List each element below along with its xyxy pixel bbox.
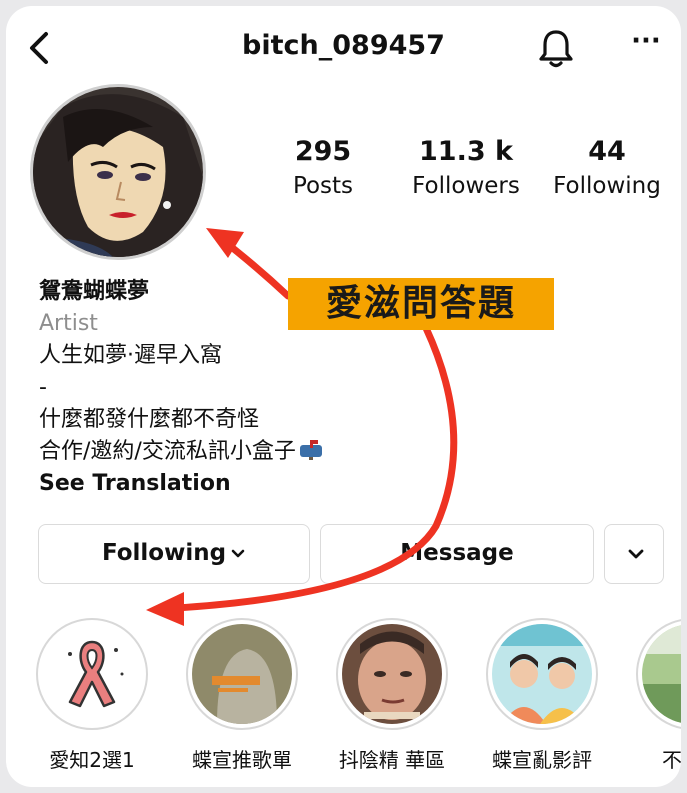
bio-line: - — [39, 375, 47, 400]
following-button-label: Following — [101, 540, 227, 566]
highlight-cover — [186, 618, 298, 730]
mailbox-icon — [299, 440, 322, 460]
posts-label: Posts — [292, 173, 354, 199]
following-label: Following — [553, 173, 661, 199]
stat-posts[interactable]: 295 Posts — [268, 136, 378, 199]
highlight-item[interactable]: 不要走 — [632, 618, 681, 773]
album-cover-image — [192, 624, 292, 724]
highlight-item[interactable]: 抖陰精 華區 — [332, 618, 452, 773]
avatar-illustration — [33, 87, 203, 257]
highlight-label: 抖陰精 華區 — [338, 748, 446, 772]
notifications-button[interactable] — [536, 26, 576, 70]
stat-following[interactable]: 44 Following — [546, 136, 668, 199]
highlight-item[interactable]: 蝶宣亂影評 — [482, 618, 602, 773]
message-button[interactable]: Message — [320, 524, 594, 584]
suggested-accounts-button[interactable] — [604, 524, 664, 584]
highlight-cover — [486, 618, 598, 730]
following-button[interactable]: Following — [38, 524, 310, 584]
ribbon-icon — [42, 624, 142, 724]
highlight-item[interactable]: 蝶宣推歌單 — [182, 618, 302, 773]
highlight-item[interactable]: 愛知2選1 — [32, 618, 152, 773]
following-count: 44 — [588, 136, 626, 167]
landscape-image — [642, 624, 681, 724]
posts-count: 295 — [294, 136, 352, 167]
profile-card: bitch_089457 ··· 295 Posts 11.3 k Follow… — [6, 6, 681, 787]
profile-username: bitch_089457 — [242, 30, 445, 61]
followers-count: 11.3 k — [419, 136, 513, 167]
more-options-button[interactable]: ··· — [624, 26, 668, 66]
movie-poster-image — [492, 624, 592, 724]
highlight-cover — [336, 618, 448, 730]
face-photo-image — [342, 624, 442, 724]
bio-line: 人生如夢·遲早入窩 — [39, 343, 222, 368]
profile-header: bitch_089457 ··· — [6, 6, 681, 86]
followers-label: Followers — [412, 173, 520, 199]
highlight-cover — [36, 618, 148, 730]
bio-line: 合作/邀約/交流私訊小盒子 — [39, 439, 296, 464]
bio-line-with-mailbox: 合作/邀約/交流私訊小盒子 — [39, 436, 539, 468]
bio-line: 什麼都發什麼都不奇怪 — [39, 407, 260, 432]
see-translation-link[interactable]: See Translation — [39, 468, 539, 500]
chevron-down-icon — [231, 549, 245, 557]
highlight-label: 不要走 — [662, 748, 681, 772]
highlight-label: 蝶宣推歌單 — [192, 748, 292, 772]
annotation-banner: 愛滋問答題 — [288, 278, 554, 330]
profile-avatar[interactable] — [30, 84, 206, 260]
highlight-label: 蝶宣亂影評 — [492, 748, 592, 772]
stat-followers[interactable]: 11.3 k Followers — [402, 136, 530, 199]
highlight-cover — [636, 618, 681, 730]
chevron-down-icon — [628, 549, 644, 558]
highlight-label: 愛知2選1 — [49, 748, 135, 772]
bell-icon — [539, 30, 573, 68]
